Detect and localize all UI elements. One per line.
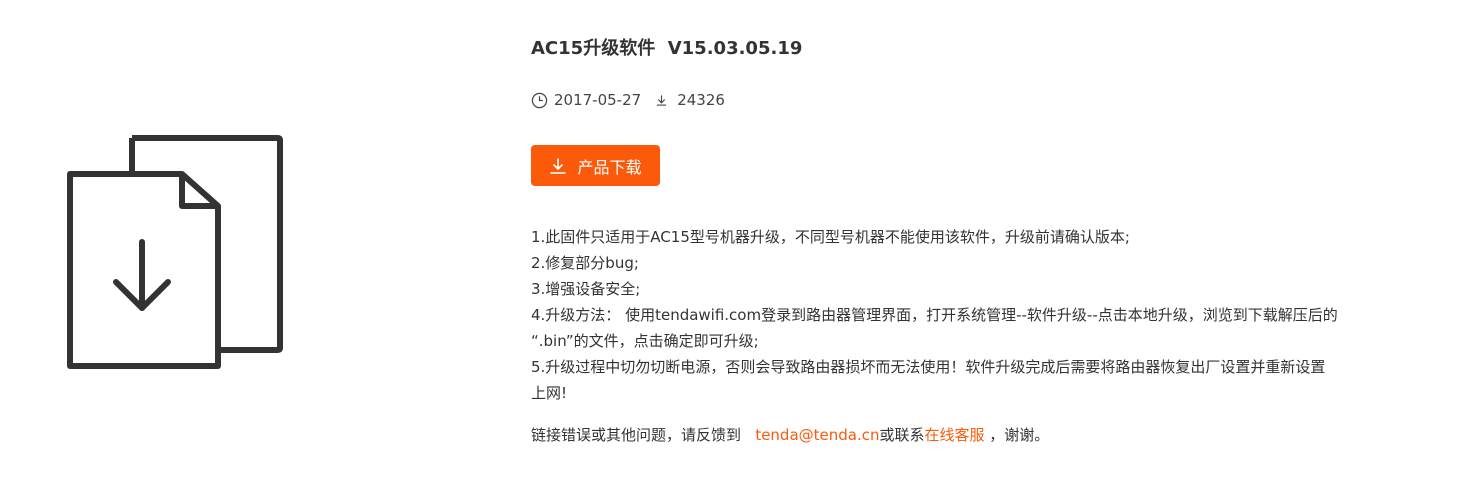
email-link[interactable]: tenda@tenda.cn	[755, 426, 879, 444]
note-line: 5.升级过程中切勿切断电源，否则会导致路由器损坏而无法使用！软件升级完成后需要将…	[531, 358, 1326, 376]
note-line: 1.此固件只适用于AC15型号机器升级，不同型号机器不能使用该软件，升级前请确认…	[531, 228, 1130, 246]
note-line: 4.升级方法： 使用tendawifi.com登录到路由器管理界面，打开系统管理…	[531, 306, 1338, 324]
contact-prefix: 链接错误或其他问题，请反馈到	[531, 426, 756, 444]
online-service-link[interactable]: 在线客服	[925, 426, 985, 444]
release-date: 2017-05-27	[554, 91, 642, 109]
contact-line: 链接错误或其他问题，请反馈到 tenda@tenda.cn或联系在线客服 ，谢谢…	[531, 422, 1476, 448]
contact-suffix: ，谢谢。	[984, 426, 1050, 444]
note-line: 上网!	[531, 384, 568, 402]
meta-row: 2017-05-27 24326	[531, 90, 1476, 110]
download-button-label: 产品下载	[577, 157, 642, 177]
download-count-icon	[657, 95, 667, 106]
product-detail: AC15升级软件 V15.03.05.19 2017-05-27 24326 产…	[531, 36, 1476, 448]
clock-icon	[531, 92, 548, 108]
download-button[interactable]: 产品下载	[531, 145, 660, 186]
note-line: 3.增强设备安全;	[531, 280, 641, 298]
note-line: 2.修复部分bug;	[531, 254, 639, 272]
contact-middle: 或联系	[879, 426, 925, 444]
page-title: AC15升级软件 V15.03.05.19	[531, 38, 803, 59]
release-notes: 1.此固件只适用于AC15型号机器升级，不同型号机器不能使用该软件，升级前请确认…	[531, 224, 1476, 406]
note-line: “.bin”的文件，点击确定即可升级;	[531, 332, 759, 350]
download-icon	[550, 158, 566, 174]
file-download-icon	[67, 135, 283, 369]
download-count: 24326	[677, 91, 725, 109]
